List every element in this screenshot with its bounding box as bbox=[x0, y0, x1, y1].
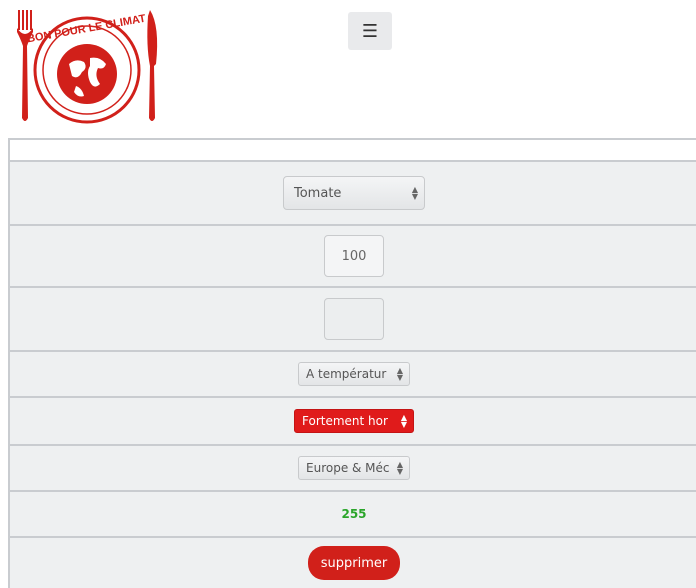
hamburger-icon: ☰ bbox=[361, 20, 379, 42]
ingredient-select-value: Tomate bbox=[294, 185, 342, 201]
select-arrows-icon: ▲ ▼ bbox=[396, 366, 403, 382]
table-row bbox=[8, 288, 696, 352]
table-row: supprimer bbox=[8, 538, 696, 588]
header: BON POUR LE CLIMAT ☰ bbox=[0, 0, 696, 138]
bon-pour-le-climat-logo[interactable]: BON POUR LE CLIMAT bbox=[14, 6, 164, 128]
origin-select-value: Europe & Méc bbox=[306, 461, 390, 475]
carbon-score: 255 bbox=[341, 507, 367, 521]
menu-toggle-button[interactable]: ☰ bbox=[348, 12, 392, 50]
select-arrows-icon: ▲ ▼ bbox=[396, 460, 403, 476]
table-row: Tomate ▲ ▼ bbox=[8, 162, 696, 226]
empty-input[interactable] bbox=[324, 298, 384, 340]
conservation-select[interactable]: A températur ▲ ▼ bbox=[298, 362, 410, 386]
table-row: Europe & Méc ▲ ▼ bbox=[8, 446, 696, 492]
table-row: 100 bbox=[8, 226, 696, 288]
quantity-input[interactable]: 100 bbox=[324, 235, 384, 277]
table-header-row bbox=[8, 140, 696, 162]
season-select-value: Fortement hor bbox=[302, 414, 388, 428]
table-row: A températur ▲ ▼ bbox=[8, 352, 696, 398]
select-arrows-icon: ▲ ▼ bbox=[400, 413, 407, 429]
season-select[interactable]: Fortement hor ▲ ▼ bbox=[294, 409, 414, 433]
ingredient-select[interactable]: Tomate ▲ ▼ bbox=[283, 176, 425, 210]
select-arrows-icon: ▲ ▼ bbox=[411, 185, 418, 201]
ingredient-form-table: Tomate ▲ ▼ 100 A températur ▲ ▼ Fortement … bbox=[8, 138, 696, 588]
table-row: Fortement hor ▲ ▼ bbox=[8, 398, 696, 446]
table-row: 255 bbox=[8, 492, 696, 538]
conservation-select-value: A températur bbox=[306, 367, 387, 381]
delete-button[interactable]: supprimer bbox=[308, 546, 400, 580]
origin-select[interactable]: Europe & Méc ▲ ▼ bbox=[298, 456, 410, 480]
